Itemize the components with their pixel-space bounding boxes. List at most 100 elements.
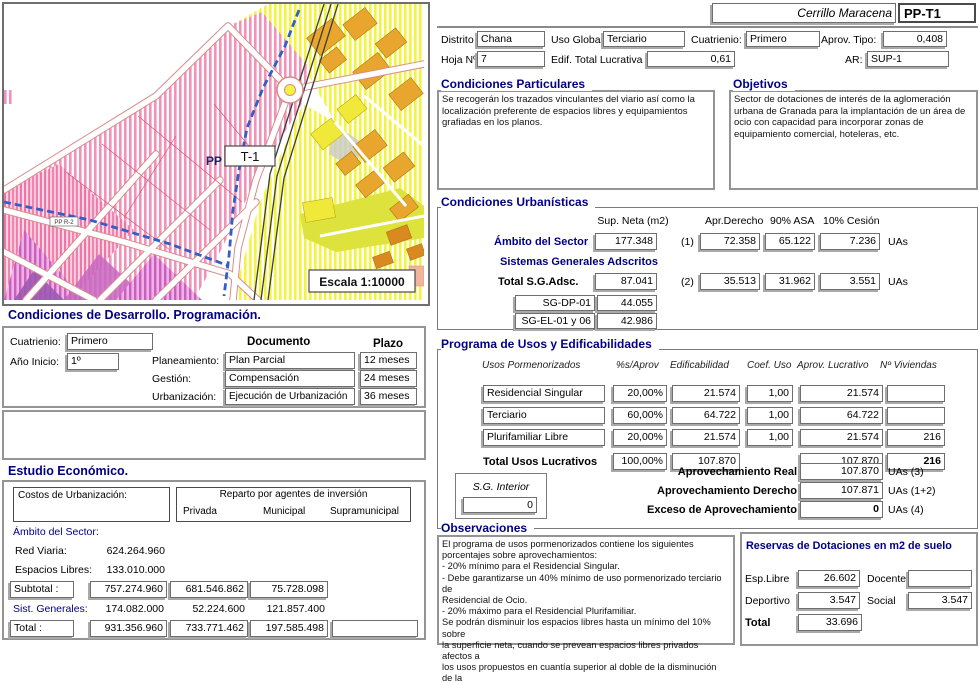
total-extra-box[interactable]	[332, 620, 418, 637]
cuatrienio-field[interactable]: Primero	[746, 31, 820, 47]
aprov-tipo-field[interactable]: 0,408	[883, 31, 947, 47]
aprov-derecho-field[interactable]: 107.871	[800, 482, 883, 499]
sg-value-field[interactable]: 44.055	[597, 295, 657, 311]
col-usos-pormenorizados: Usos Pormenorizados	[482, 360, 580, 371]
pct-field[interactable]: 20,00%	[613, 429, 667, 446]
total-value[interactable]: 931.356.960	[90, 620, 167, 637]
social-field[interactable]: 3.547	[908, 592, 972, 609]
sist-generales-value: 121.857.400	[246, 603, 325, 615]
reservas-title: Reservas de Dotaciones en m2 de suelo	[746, 540, 952, 552]
subtotal-value[interactable]: 75.728.098	[250, 581, 328, 598]
map-scale-label: Escala 1:10000	[319, 275, 405, 289]
sg-value-field[interactable]: 42.986	[597, 313, 657, 329]
economico-title: Estudio Económico.	[8, 464, 135, 478]
desarrollo-cuatrienio-field[interactable]: Primero	[67, 333, 153, 350]
documento-header: Documento	[247, 336, 310, 348]
social-label: Social	[867, 595, 896, 607]
ano-inicio-field[interactable]: 1º	[67, 353, 119, 370]
subtotal-value[interactable]: 757.274.960	[90, 581, 167, 598]
gestion-plazo-field[interactable]: 24 meses	[360, 370, 417, 387]
red-viaria-value: 624.264.960	[65, 545, 165, 557]
gestion-label: Gestión:	[152, 373, 191, 385]
viviendas-field[interactable]	[887, 407, 945, 424]
coef-field[interactable]: 1,00	[747, 429, 793, 446]
sg-code-field[interactable]: SG-EL-01 y 06	[515, 313, 595, 329]
docente-field[interactable]	[908, 570, 972, 587]
urbanizacion-doc-field[interactable]: Ejecución de Urbanización	[225, 388, 355, 405]
coef-field[interactable]: 1,00	[747, 407, 793, 424]
aprov-field[interactable]: 64.722	[800, 407, 883, 424]
programa-title: Programa de Usos y Edificabilidades	[441, 337, 659, 351]
sg-code-field[interactable]: SG-DP-01	[515, 295, 595, 311]
sg-interior-field[interactable]: 0	[463, 497, 537, 513]
ar-field[interactable]: SUP-1	[867, 51, 949, 67]
ambito-cesion-field[interactable]: 7.236	[820, 233, 880, 250]
total-value[interactable]: 197.585.498	[250, 620, 328, 637]
col-cesion: 10% Cesión	[823, 215, 880, 227]
aprov-field[interactable]: 21.574	[800, 385, 883, 402]
total-sg-apr-derecho-field[interactable]: 35.513	[700, 273, 760, 290]
uso-global-field[interactable]: Terciario	[603, 31, 685, 47]
total-value[interactable]: 733.771.462	[170, 620, 248, 637]
ar-label: AR:	[845, 54, 863, 66]
esp-libre-field[interactable]: 26.602	[798, 570, 860, 587]
condiciones-particulares-text: Se recogerán los trazados vinculantes de…	[442, 94, 706, 129]
col-aprov-lucrativo: Aprov. Lucrativo	[797, 360, 869, 371]
observaciones-title: Observaciones	[441, 521, 534, 535]
edif-field[interactable]: 21.574	[672, 429, 740, 446]
pct-field[interactable]: 20,00%	[613, 385, 667, 402]
ambito-unit: UAs	[888, 236, 908, 248]
distrito-label: Distrito	[441, 34, 474, 46]
ambito-ref: (1)	[681, 236, 694, 248]
sistemas-generales-title: Sistemas Generales Adscritos	[500, 256, 658, 268]
ano-inicio-label: Año Inicio:	[10, 356, 59, 368]
reparto-col-municipal: Municipal	[263, 506, 305, 517]
edif-total-field[interactable]: 0,61	[647, 51, 735, 67]
uso-field[interactable]: Plurifamiliar Libre	[483, 429, 605, 446]
planeamiento-plazo-field[interactable]: 12 meses	[360, 352, 417, 369]
aprov-real-unit: UAs (3)	[888, 466, 924, 478]
edif-field[interactable]: 21.574	[672, 385, 740, 402]
viviendas-field[interactable]: 216	[887, 429, 945, 446]
gestion-doc-field[interactable]: Compensación	[225, 370, 355, 387]
edif-field[interactable]: 64.722	[672, 407, 740, 424]
sist-generales-value: 52.224.600	[166, 603, 245, 615]
urbanizacion-plazo-field[interactable]: 36 meses	[360, 388, 417, 405]
total-sg-asa-field[interactable]: 31.962	[765, 273, 815, 290]
deportivo-field[interactable]: 3.547	[798, 592, 860, 609]
hoja-field[interactable]: 7	[477, 51, 545, 67]
header-divider	[437, 26, 978, 28]
planeamiento-doc-field[interactable]: Plan Parcial	[225, 352, 355, 369]
red-viaria-label: Red Viaria:	[15, 545, 67, 557]
reservas-total-field[interactable]: 33.696	[798, 614, 862, 631]
ambito-apr-derecho-field[interactable]: 72.358	[700, 233, 760, 250]
ambito-sector-label: Ámbito del Sector	[494, 236, 588, 248]
map-label-pp: PP	[206, 154, 222, 168]
spacer-box	[2, 410, 426, 460]
reparto-col-privada: Privada	[183, 506, 217, 517]
total-label-box: Total :	[10, 620, 74, 637]
uso-field[interactable]: Terciario	[483, 407, 605, 424]
uso-field[interactable]: Residencial Singular	[483, 385, 605, 402]
pct-field[interactable]: 60,00%	[613, 407, 667, 424]
viviendas-field[interactable]	[887, 385, 945, 402]
distrito-field[interactable]: Chana	[477, 31, 545, 47]
subtotal-label-box: Subtotal :	[10, 581, 74, 598]
map-frame: PP R-2 PP T-1 Escala 1:10000	[2, 2, 430, 306]
reparto-title: Reparto por agentes de inversión	[176, 489, 411, 500]
aprov-field[interactable]: 21.574	[800, 429, 883, 446]
ambito-asa-field[interactable]: 65.122	[765, 233, 815, 250]
plazo-header: Plazo	[373, 338, 403, 350]
col-coef-uso: Coef. Uso	[747, 360, 791, 371]
total-sg-cesion-field[interactable]: 3.551	[820, 273, 880, 290]
espacios-libres-value: 133.010.000	[65, 564, 165, 576]
coef-field[interactable]: 1,00	[747, 385, 793, 402]
total-sg-sup-neta-field[interactable]: 87.041	[595, 273, 657, 290]
subtotal-value[interactable]: 681.546.862	[170, 581, 248, 598]
total-sg-unit: UAs	[888, 276, 908, 288]
exceso-aprov-field[interactable]: 0	[800, 501, 883, 518]
ambito-sup-neta-field[interactable]: 177.348	[595, 233, 657, 250]
col-asa: 90% ASA	[770, 215, 814, 227]
aprov-real-field[interactable]: 107.870	[800, 463, 883, 480]
municipality-field[interactable]: Cerrillo Maracena	[712, 3, 896, 23]
